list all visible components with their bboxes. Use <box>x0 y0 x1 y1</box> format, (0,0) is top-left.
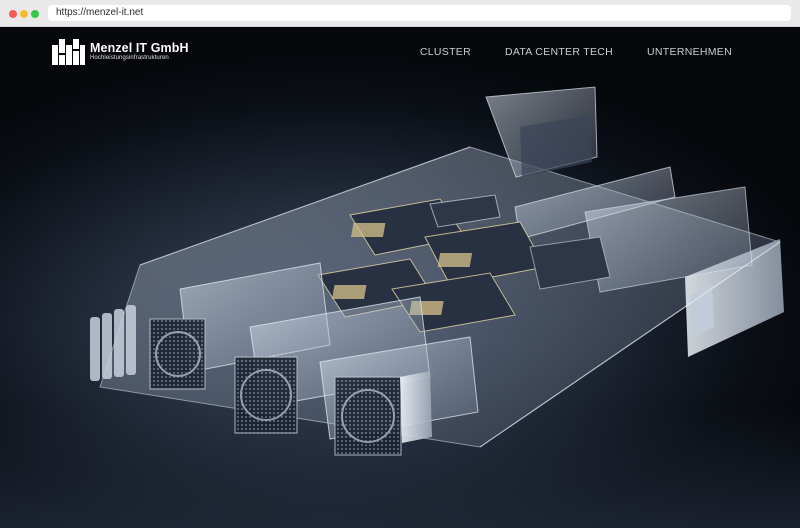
nav-item-unternehmen[interactable]: UNTERNEHMEN <box>647 45 732 59</box>
company-tagline: Hochleistungsinfrastrukturen <box>90 55 169 61</box>
logo-link[interactable]: Menzel IT GmbH Hochleistungsinfrastruktu… <box>52 39 189 65</box>
minimize-window-button[interactable] <box>20 10 28 18</box>
logo-icon <box>52 39 85 65</box>
nav-item-data-center-tech[interactable]: DATA CENTER TECH <box>505 45 613 59</box>
site-header: Menzel IT GmbH Hochleistungsinfrastruktu… <box>0 27 800 87</box>
close-window-button[interactable] <box>9 10 17 18</box>
maximize-window-button[interactable] <box>31 10 39 18</box>
browser-toolbar: https://menzel-it.net <box>0 0 800 27</box>
main-navigation: CLUSTER DATA CENTER TECH UNTERNEHMEN <box>420 45 732 59</box>
logo-text: Menzel IT GmbH Hochleistungsinfrastruktu… <box>90 42 189 62</box>
page-viewport: Menzel IT GmbH Hochleistungsinfrastruktu… <box>0 27 800 528</box>
nav-item-cluster[interactable]: CLUSTER <box>420 45 471 59</box>
address-bar[interactable]: https://menzel-it.net <box>48 5 791 21</box>
server-render-image <box>90 86 784 456</box>
company-name: Menzel IT GmbH <box>90 41 189 55</box>
